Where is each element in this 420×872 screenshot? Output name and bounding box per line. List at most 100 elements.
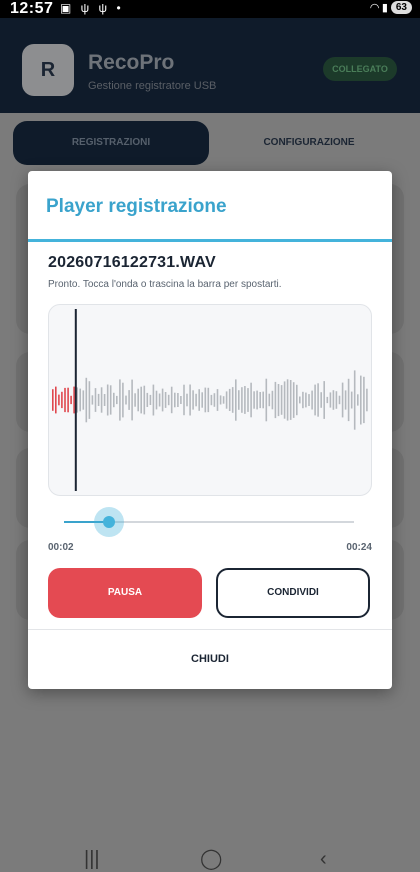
navigation-bar: ||| ◯ ‹ <box>0 845 420 872</box>
waveform-bar <box>305 392 307 408</box>
recent-apps-icon[interactable]: ||| <box>84 849 100 869</box>
tab-configurazione[interactable]: CONFIGURAZIONE <box>211 121 407 165</box>
waveform-bar <box>317 383 319 417</box>
waveform-bar <box>210 394 213 406</box>
player-dialog: Player registrazione 20260716122731.WAV … <box>28 171 392 689</box>
waveform-bar <box>91 395 94 405</box>
waveform-bar <box>347 378 350 422</box>
waveform-bar <box>350 391 353 409</box>
waveform-bar <box>137 388 139 412</box>
waveform-bar <box>213 393 216 407</box>
waveform-bar <box>225 391 228 409</box>
back-icon[interactable]: ‹ <box>320 849 327 869</box>
wifi-icon: ◠ <box>370 2 379 14</box>
waveform-bar <box>344 390 347 410</box>
app-header: R RecoPro Gestione registratore USB COLL… <box>0 18 420 113</box>
share-button[interactable]: CONDIVIDI <box>216 568 370 618</box>
waveform-bar <box>100 387 103 413</box>
waveform-bar <box>198 389 200 411</box>
waveform-bar <box>271 390 274 410</box>
waveform-bar <box>201 392 203 408</box>
waveform-bar <box>85 377 88 423</box>
waveform-bar <box>283 381 286 419</box>
home-icon[interactable]: ◯ <box>200 849 222 869</box>
status-bar: 12:57 ▣ ψ ψ • ◠ ▮ 63 <box>0 0 420 18</box>
footer-divider <box>28 629 392 630</box>
tab-registrazioni[interactable]: REGISTRAZIONI <box>13 121 209 165</box>
waveform-bar <box>231 387 234 413</box>
waveform-graphic[interactable] <box>49 305 371 495</box>
seek-slider[interactable] <box>64 507 356 537</box>
pause-button[interactable]: PAUSA <box>48 568 202 618</box>
notification-icons: ▣ ψ ψ • <box>60 1 124 15</box>
waveform-bar <box>238 390 240 410</box>
waveform-bar <box>161 388 164 412</box>
waveform-bar <box>326 396 329 404</box>
waveform-bar <box>262 391 264 409</box>
waveform-bar <box>274 381 277 419</box>
system-status: ◠ ▮ 63 <box>370 1 412 14</box>
waveform-bar <box>152 384 155 416</box>
waveform-bar <box>366 388 368 412</box>
waveform-bar <box>158 393 161 407</box>
waveform-bar <box>106 384 109 416</box>
waveform-bar <box>314 384 316 416</box>
waveform-bar <box>320 392 322 408</box>
waveform-bar <box>292 382 295 418</box>
waveform-bar <box>55 386 57 414</box>
waveform-bar <box>357 394 359 406</box>
waveform-bar <box>228 388 231 411</box>
waveform-bar <box>170 386 173 414</box>
waveform-bar <box>109 385 112 415</box>
waveform-bar <box>70 395 72 405</box>
waveform-bar <box>363 376 365 424</box>
waveform-bar <box>277 384 280 417</box>
waveform-bar <box>256 390 258 410</box>
elapsed-time: 00:02 <box>48 542 74 553</box>
waveform-bar <box>180 396 182 404</box>
waveform-bar <box>82 390 85 410</box>
waveform-bar <box>146 392 149 407</box>
total-time: 00:24 <box>346 542 372 553</box>
waveform-bar <box>308 394 310 406</box>
waveform-bar <box>94 388 97 412</box>
waveform-bar <box>113 392 115 408</box>
waveform-bar <box>125 395 127 405</box>
waveform-bar <box>119 379 121 421</box>
waveform-bar <box>335 391 338 409</box>
player-hint: Pronto. Tocca l'onda o trascina la barra… <box>48 279 282 290</box>
waveform-bar <box>155 390 158 410</box>
waveform-bar <box>122 382 124 418</box>
waveform-bar <box>58 394 60 406</box>
waveform-bar <box>289 380 292 420</box>
waveform-bar <box>250 382 252 418</box>
waveform-bar <box>311 390 313 410</box>
waveform-bar <box>177 393 179 407</box>
waveform-bar <box>97 393 100 406</box>
waveform-bar <box>67 387 69 413</box>
waveform-bar <box>140 386 142 414</box>
waveform-bar <box>353 370 356 430</box>
tab-bar: REGISTRAZIONI CONFIGURAZIONE <box>0 113 420 173</box>
waveform-bar <box>164 392 167 408</box>
waveform-bar <box>79 388 81 412</box>
waveform-bar <box>186 393 188 407</box>
waveform-bar <box>219 395 222 405</box>
waveform-bar <box>338 395 341 405</box>
waveform-bar <box>149 394 152 405</box>
waveform-bar <box>222 396 225 404</box>
waveform-bar <box>116 395 118 405</box>
signal-icon: ▮ <box>381 2 388 14</box>
waveform-bar <box>253 391 255 409</box>
waveform-bar <box>259 392 261 409</box>
waveform-bar <box>61 391 63 409</box>
playhead[interactable] <box>74 309 77 491</box>
close-button[interactable]: CHIUDI <box>160 644 260 674</box>
waveform-bar <box>329 392 332 408</box>
waveform-bar <box>195 393 197 407</box>
waveform-bar <box>131 379 133 421</box>
battery-indicator: 63 <box>390 1 412 14</box>
waveform-bar <box>64 387 66 413</box>
waveform[interactable] <box>48 304 372 496</box>
waveform-bar <box>216 389 219 411</box>
